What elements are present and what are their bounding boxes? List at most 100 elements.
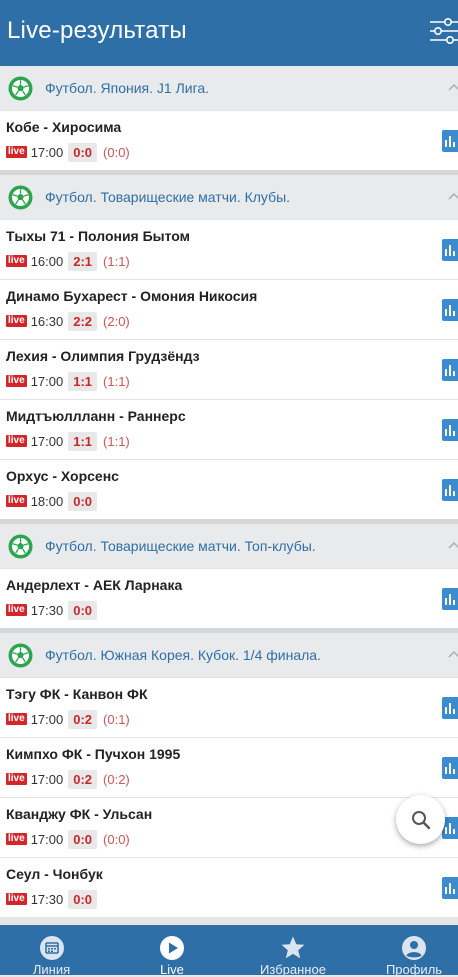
live-badge: live [6,713,27,725]
app-bar: Live-результаты [0,0,458,66]
match-time: 17:00 [30,373,64,389]
live-badge: live [6,495,27,507]
league-header[interactable]: Футбол. Япония. J1 Лига. [0,66,458,110]
match-row[interactable]: Кимпхо ФК - Пучхон 1995 live 17:00 0:2 (0:2) [0,737,458,797]
match-teams: Кванджу ФК - Ульсан [6,806,153,822]
soccer-ball-icon [8,185,33,210]
collapse-chevron-icon[interactable] [448,538,458,550]
live-badge: live [6,255,27,267]
match-meta: live 16:30 2:2 (2:0) [6,311,130,331]
match-teams: Тэгу ФК - Канвон ФК [6,686,148,702]
user-icon [402,936,426,960]
league-header[interactable]: Футбол. Товарищеские матчи. Топ-клубы. [0,519,458,568]
match-time: 17:00 [30,771,64,787]
collapse-chevron-icon[interactable] [448,189,458,201]
match-row[interactable]: Динамо Бухарест - Омония Никосия live 16:3… [0,279,458,339]
match-row[interactable]: Кобе - Хиросима live 17:00 0:0 (0:0) [0,110,458,170]
live-badge: live [6,833,27,845]
match-stats-button[interactable] [442,359,458,381]
halftime-score: (2:0) [103,313,130,329]
live-badge: live [6,146,27,158]
match-time: 16:30 [30,313,64,329]
match-row[interactable]: Кванджу ФК - Ульсан live 17:00 0:0 (0:0) [0,797,458,857]
league-name: Футбол. Япония. J1 Лига. [45,80,210,96]
match-score: 0:0 [68,491,98,511]
live-badge: live [6,893,27,905]
match-row[interactable]: Мидтъюллланн - Раннерс live 17:00 1:1 (1:1) [0,399,458,459]
match-score: 0:0 [68,829,98,849]
league-header[interactable]: Футбол. Южная Корея. Кубок. 1/4 финала. [0,628,458,677]
soccer-ball-icon [8,534,33,559]
live-badge: live [6,604,27,616]
play-icon [160,936,184,960]
match-time: 17:00 [30,831,64,847]
league-header[interactable]: Футбол. Товарищеские матчи. Клубы. [0,170,458,219]
star-icon [281,936,305,959]
collapse-chevron-icon[interactable] [448,80,458,92]
match-row[interactable]: Тэгу ФК - Канвон ФК live 17:00 0:2 (0:1) [0,677,458,737]
halftime-score: (0:0) [103,831,130,847]
live-badge: live [6,773,27,785]
match-time: 18:00 [30,493,64,509]
match-meta: live 18:00 0:0 [6,491,103,511]
nav-tab-profile[interactable]: Профиль [364,925,458,977]
match-meta: live 17:00 1:1 (1:1) [6,431,130,451]
live-results-list[interactable]: Футбол. Япония. J1 Лига. Кобе - Хиросима l… [0,66,458,925]
match-stats-button[interactable] [442,299,458,321]
nav-tab-live[interactable]: Live [122,925,222,977]
page-title: Live-результаты [7,17,187,44]
calendar-icon [40,936,64,960]
match-stats-button[interactable] [442,239,458,261]
bottom-navigation: Линия Live Избранное Профиль [0,925,458,977]
halftime-score: (0:2) [103,771,130,787]
match-stats-button[interactable] [442,419,458,441]
match-meta: live 17:00 0:0 (0:0) [6,142,130,162]
filter-settings-icon[interactable] [428,16,458,46]
match-stats-button[interactable] [442,130,458,152]
match-row[interactable]: Орхус - Хорсенс live 18:00 0:0 [0,459,458,519]
match-row[interactable]: Лехия - Олимпия Грудзёндз live 17:00 1:1 (1:… [0,339,458,399]
nav-tab-line[interactable]: Линия [0,925,103,977]
match-stats-button[interactable] [442,757,458,779]
match-meta: live 17:00 0:0 (0:0) [6,829,130,849]
halftime-score: (1:1) [103,433,130,449]
match-meta: live 16:00 2:1 (1:1) [6,251,130,271]
match-score: 0:0 [68,889,98,909]
match-score: 0:2 [68,769,98,789]
nav-tab-favorites[interactable]: Избранное [243,925,343,977]
collapse-chevron-icon[interactable] [448,647,458,659]
search-button[interactable] [396,795,445,844]
match-stats-button[interactable] [442,479,458,501]
match-teams: Динамо Бухарест - Омония Никосия [6,288,258,304]
league-name: Футбол. Товарищеские матчи. Топ-клубы. [45,538,316,554]
match-score: 2:1 [68,251,98,271]
match-teams: Сеул - Чонбук [6,866,103,882]
live-badge: live [6,315,27,327]
halftime-score: (0:0) [103,144,130,160]
live-badge: live [6,435,27,447]
match-teams: Кобе - Хиросима [6,119,122,135]
match-meta: live 17:00 0:2 (0:1) [6,709,130,729]
league-name: Футбол. Товарищеские матчи. Клубы. [45,189,291,205]
match-meta: live 17:30 0:0 [6,600,103,620]
match-teams: Кимпхо ФК - Пучхон 1995 [6,746,181,762]
match-meta: live 17:00 1:1 (1:1) [6,371,130,391]
match-teams: Андерлехт - АЕК Ларнака [6,577,183,593]
match-row[interactable]: Сеул - Чонбук live 17:30 0:0 [0,857,458,917]
match-score: 1:1 [68,431,98,451]
match-teams: Лехия - Олимпия Грудзёндз [6,348,200,364]
match-row[interactable]: Андерлехт - АЕК Ларнака live 17:30 0:0 [0,568,458,628]
live-badge: live [6,375,27,387]
match-time: 17:00 [30,144,64,160]
halftime-score: (1:1) [103,253,130,269]
soccer-ball-icon [8,76,33,101]
league-name: Футбол. Южная Корея. Кубок. 1/4 финала. [45,647,321,663]
match-stats-button[interactable] [442,588,458,610]
match-time: 17:00 [30,711,64,727]
match-stats-button[interactable] [442,697,458,719]
match-teams: Мидтъюллланн - Раннерс [6,408,186,424]
search-icon [412,811,431,830]
match-time: 17:30 [30,891,64,907]
match-row[interactable]: Тыхы 71 - Полония Бытом live 16:00 2:1 (1:1) [0,219,458,279]
match-stats-button[interactable] [442,877,458,899]
